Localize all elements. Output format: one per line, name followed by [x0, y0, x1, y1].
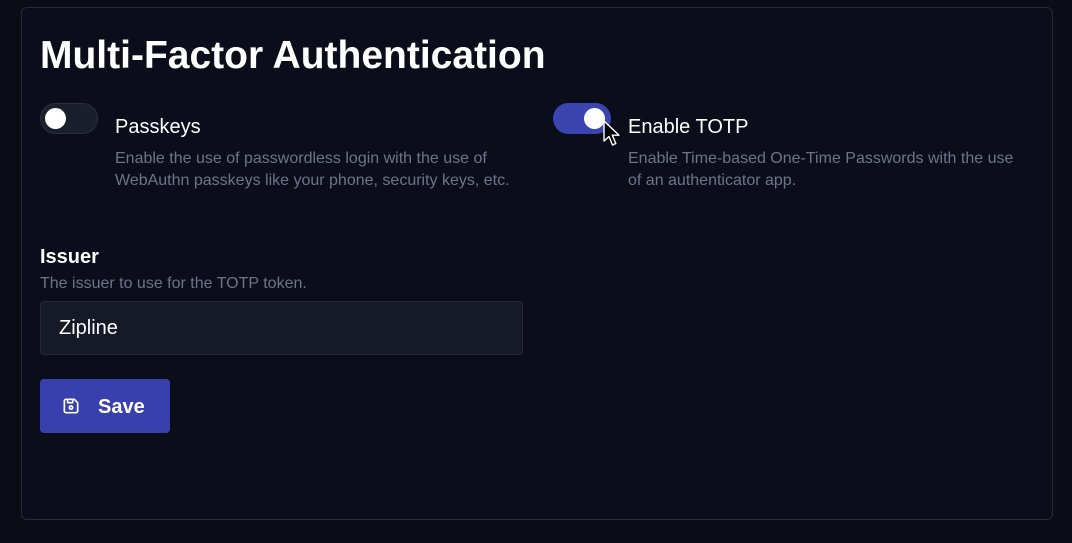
mfa-settings-card: Multi-Factor Authentication Passkeys Ena… — [21, 7, 1053, 520]
passkeys-toggle[interactable] — [40, 103, 98, 134]
toggle-knob — [45, 108, 66, 129]
save-button-label: Save — [98, 396, 145, 418]
toggle-knob — [584, 108, 605, 129]
save-button[interactable]: Save — [40, 379, 170, 433]
totp-description: Enable Time-based One-Time Passwords wit… — [628, 150, 1014, 189]
issuer-label: Issuer — [40, 246, 99, 268]
totp-toggle[interactable] — [553, 103, 611, 134]
page-title: Multi-Factor Authentication — [40, 34, 546, 77]
floppy-disk-icon — [63, 398, 79, 414]
passkeys-label[interactable]: Passkeys — [115, 114, 201, 140]
issuer-description: The issuer to use for the TOTP token. — [40, 275, 307, 292]
totp-label[interactable]: Enable TOTP — [628, 114, 748, 140]
issuer-input[interactable] — [40, 301, 523, 355]
passkeys-description: Enable the use of passwordless login wit… — [115, 150, 510, 189]
